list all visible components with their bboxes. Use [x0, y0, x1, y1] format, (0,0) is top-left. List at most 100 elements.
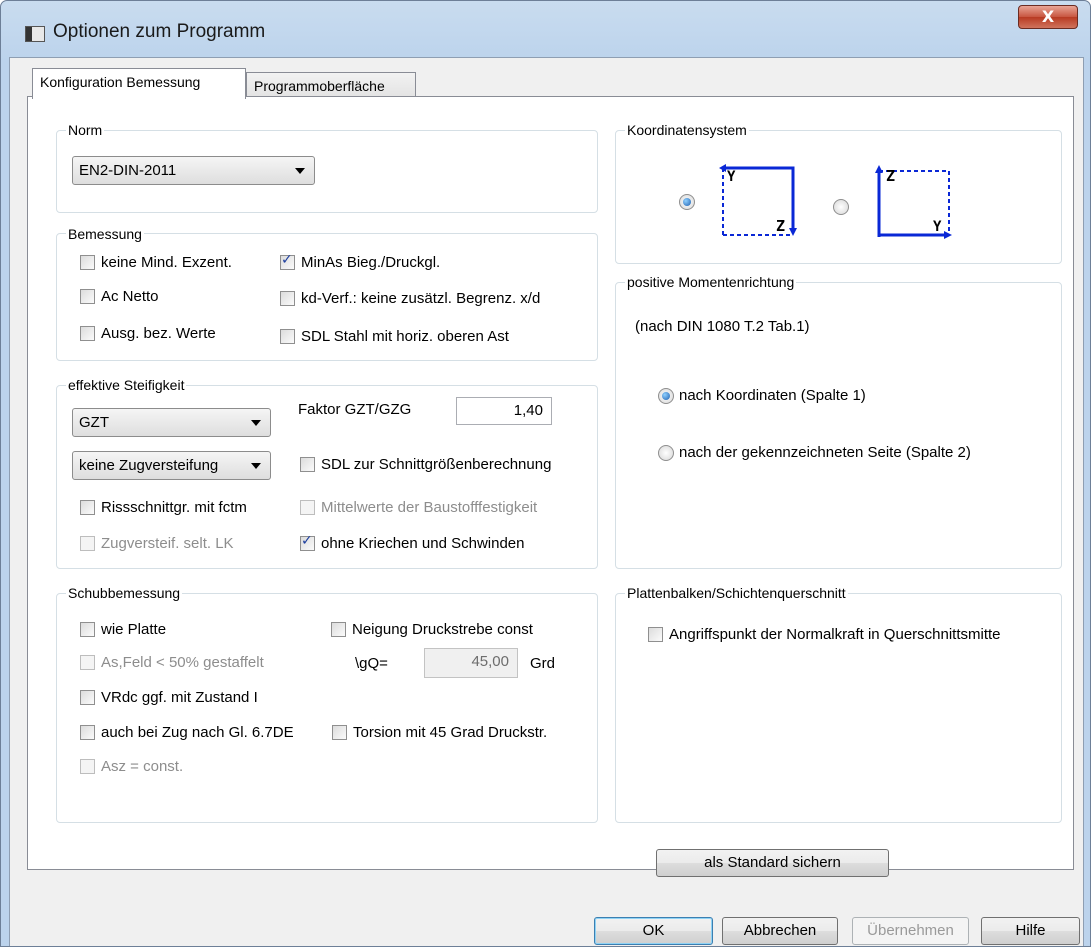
- checkbox-label: Mittelwerte der Baustofffestigkeit: [321, 499, 538, 516]
- radio-dot[interactable]: [658, 444, 674, 461]
- help-button[interactable]: Hilfe: [981, 917, 1080, 945]
- app-icon: [25, 26, 45, 42]
- checkbox-minas-bieg[interactable]: MinAs Bieg./Druckgl.: [280, 252, 441, 271]
- group-norm-title: Norm: [66, 122, 105, 138]
- group-bemessung-title: Bemessung: [66, 226, 144, 242]
- group-platten-title: Plattenbalken/Schichtenquerschnitt: [625, 585, 848, 601]
- checkbox-rissschnittgr[interactable]: Rissschnittgr. mit fctm: [80, 499, 247, 516]
- chevron-down-icon: [295, 168, 305, 174]
- checkbox-box[interactable]: [80, 500, 95, 515]
- title-bar[interactable]: Optionen zum Programm X: [1, 1, 1090, 59]
- checkbox-box[interactable]: [280, 291, 295, 306]
- checkbox-kd-verf[interactable]: kd-Verf.: keine zusätzl. Begrenz. x/d: [280, 290, 540, 307]
- checkbox-box[interactable]: [80, 725, 95, 740]
- tab-konfiguration-bemessung[interactable]: Konfiguration Bemessung: [32, 68, 246, 99]
- group-schub-title: Schubbemessung: [66, 585, 183, 601]
- chevron-down-icon: [251, 420, 261, 426]
- checkbox-box[interactable]: [300, 533, 315, 551]
- group-moment-title: positive Momentenrichtung: [625, 274, 797, 290]
- checkbox-label: SDL zur Schnittgrößenberechnung: [321, 456, 552, 473]
- checkbox-ohne-kriechen[interactable]: ohne Kriechen und Schwinden: [300, 533, 525, 552]
- checkbox-box[interactable]: [300, 500, 315, 515]
- group-steifigkeit-title: effektive Steifigkeit: [66, 377, 187, 393]
- checkbox-box[interactable]: [280, 252, 295, 270]
- zugversteifung-select-value: keine Zugversteifung: [79, 457, 219, 474]
- gzt-select-value: GZT: [79, 414, 109, 431]
- checkbox-keine-mind-exzent[interactable]: keine Mind. Exzent.: [80, 254, 232, 271]
- zugversteifung-select[interactable]: keine Zugversteifung: [72, 451, 271, 480]
- checkbox-box[interactable]: [80, 255, 95, 270]
- angle-unit: Grd: [530, 655, 556, 672]
- checkbox-box[interactable]: [80, 690, 95, 705]
- tab-panel: Norm EN2-DIN-2011 Bemessung keine Mind. …: [27, 96, 1074, 877]
- checkbox-zugversteif-selt[interactable]: Zugversteif. selt. LK: [80, 535, 234, 552]
- checkbox-vrdc[interactable]: VRdc ggf. mit Zustand I: [80, 689, 258, 706]
- radio-dot[interactable]: [833, 199, 849, 215]
- checkbox-label: Rissschnittgr. mit fctm: [101, 499, 247, 516]
- radio-label: nach der gekennzeichneten Seite (Spalte …: [679, 444, 971, 461]
- checkbox-box[interactable]: [331, 622, 346, 637]
- checkbox-label: As,Feld < 50% gestaffelt: [101, 654, 264, 671]
- axis-label-z-2: Z: [886, 167, 896, 185]
- checkbox-ausg-bez-werte[interactable]: Ausg. bez. Werte: [80, 325, 216, 342]
- radio-koordinaten-1[interactable]: [679, 194, 700, 210]
- radio-dot[interactable]: [679, 194, 695, 210]
- checkbox-torsion[interactable]: Torsion mit 45 Grad Druckstr.: [332, 724, 547, 741]
- radio-koordinaten-2[interactable]: [833, 199, 854, 215]
- checkbox-auch-bei-zug[interactable]: auch bei Zug nach Gl. 6.7DE: [80, 724, 294, 741]
- checkbox-label: VRdc ggf. mit Zustand I: [101, 689, 258, 706]
- ok-button[interactable]: OK: [594, 917, 713, 945]
- checkbox-box[interactable]: [80, 326, 95, 341]
- axis-label-y: Y: [727, 169, 736, 185]
- radio-dot[interactable]: [658, 387, 674, 404]
- save-as-default-button[interactable]: als Standard sichern: [656, 849, 889, 877]
- close-button[interactable]: X: [1018, 5, 1078, 29]
- gzt-select[interactable]: GZT: [72, 408, 271, 437]
- checkbox-ac-netto[interactable]: Ac Netto: [80, 288, 159, 305]
- checkbox-sdl-schnittgroessen[interactable]: SDL zur Schnittgrößenberechnung: [300, 456, 551, 473]
- group-koordinaten-title: Koordinatensystem: [625, 122, 749, 138]
- checkbox-asz-const[interactable]: Asz = const.: [80, 758, 183, 775]
- axis-label-y-2: Y: [933, 219, 942, 235]
- radio-label: nach Koordinaten (Spalte 1): [679, 387, 866, 404]
- checkbox-label: Neigung Druckstrebe const: [352, 621, 533, 638]
- axis-label-z: Z: [776, 217, 786, 235]
- checkbox-label: MinAs Bieg./Druckgl.: [301, 254, 441, 271]
- checkbox-label: Ac Netto: [101, 288, 159, 305]
- checkbox-neigung-druckstrebe[interactable]: Neigung Druckstrebe const: [331, 621, 533, 638]
- checkbox-box[interactable]: [80, 289, 95, 304]
- checkbox-box[interactable]: [80, 622, 95, 637]
- checkbox-box[interactable]: [300, 457, 315, 472]
- checkbox-angriffspunkt[interactable]: Angriffspunkt der Normalkraft in Quersch…: [648, 626, 1001, 643]
- tab-programmoberflaeche[interactable]: Programmoberfläche: [246, 72, 416, 99]
- radio-nach-koordinaten[interactable]: nach Koordinaten (Spalte 1): [658, 387, 866, 404]
- checkbox-label: wie Platte: [101, 621, 167, 638]
- checkbox-wie-platte[interactable]: wie Platte: [80, 621, 166, 638]
- checkbox-label: kd-Verf.: keine zusätzl. Begrenz. x/d: [301, 290, 541, 307]
- checkbox-box[interactable]: [80, 759, 95, 774]
- faktor-input[interactable]: 1,40: [456, 397, 552, 425]
- checkbox-as-feld[interactable]: As,Feld < 50% gestaffelt: [80, 654, 264, 671]
- angle-input[interactable]: 45,00: [424, 648, 518, 678]
- checkbox-label: ohne Kriechen und Schwinden: [321, 535, 525, 552]
- faktor-label: Faktor GZT/GZG: [298, 401, 412, 418]
- norm-select-value: EN2-DIN-2011: [79, 162, 177, 179]
- radio-nach-gekennzeichneter-seite[interactable]: nach der gekennzeichneten Seite (Spalte …: [658, 444, 971, 461]
- checkbox-label: keine Mind. Exzent.: [101, 254, 232, 271]
- checkbox-box[interactable]: [648, 627, 663, 642]
- cancel-button[interactable]: Abbrechen: [722, 917, 838, 945]
- checkbox-box[interactable]: [280, 329, 295, 344]
- angle-label: \gQ=: [355, 655, 388, 672]
- checkbox-label: Angriffspunkt der Normalkraft in Quersch…: [669, 626, 1001, 643]
- checkbox-box[interactable]: [80, 655, 95, 670]
- checkbox-box[interactable]: [332, 725, 347, 740]
- chevron-down-icon: [251, 463, 261, 469]
- checkbox-box[interactable]: [80, 536, 95, 551]
- checkbox-sdl-stahl[interactable]: SDL Stahl mit horiz. oberen Ast: [280, 328, 509, 345]
- checkbox-label: Ausg. bez. Werte: [101, 325, 216, 342]
- checkbox-label: Zugversteif. selt. LK: [101, 535, 234, 552]
- checkbox-mittelwerte[interactable]: Mittelwerte der Baustofffestigkeit: [300, 499, 537, 516]
- apply-button[interactable]: Übernehmen: [852, 917, 969, 945]
- window-title: Optionen zum Programm: [53, 21, 266, 42]
- norm-select[interactable]: EN2-DIN-2011: [72, 156, 315, 185]
